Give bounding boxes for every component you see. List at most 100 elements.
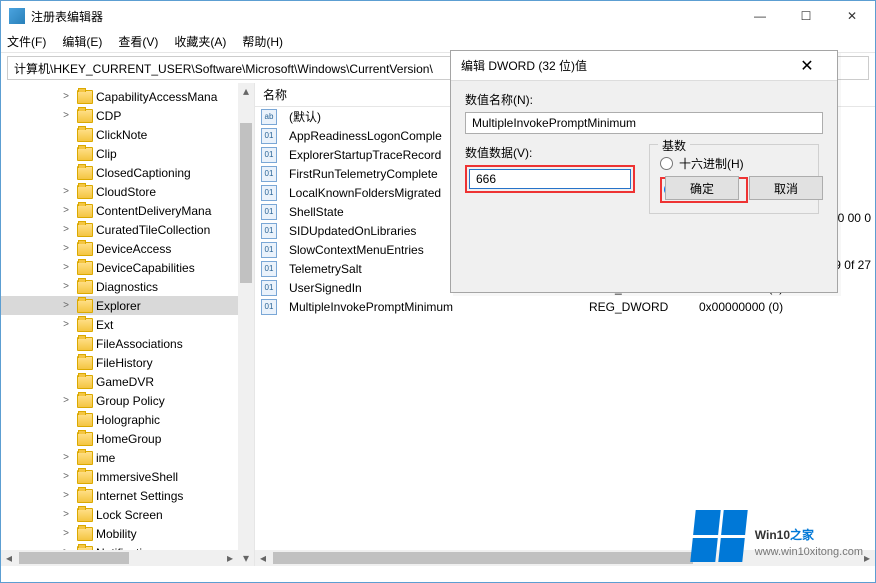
tree-item-label: FileHistory (96, 356, 153, 370)
tree-item[interactable]: > Group Policy (1, 391, 254, 410)
value-type-icon (261, 185, 277, 201)
tree-item[interactable]: ClickNote (1, 125, 254, 144)
tree-item-label: Internet Settings (96, 489, 183, 503)
tree-item-label: Clip (96, 147, 117, 161)
dialog-close-button[interactable]: ✕ (787, 56, 827, 76)
folder-icon (77, 242, 93, 256)
tree-item[interactable]: GameDVR (1, 372, 254, 391)
tree-item[interactable]: >ContentDeliveryMana (1, 201, 254, 220)
tree-item[interactable]: > DeviceCapabilities (1, 258, 254, 277)
tree-item-label: Explorer (96, 299, 141, 313)
expander-icon[interactable]: > (59, 91, 73, 102)
expander-icon[interactable]: > (59, 395, 73, 406)
value-data-highlight (465, 165, 635, 193)
folder-icon (77, 413, 93, 427)
cancel-button[interactable]: 取消 (749, 176, 823, 200)
tree-item[interactable]: > Explorer (1, 296, 254, 315)
value-name-field[interactable]: MultipleInvokePromptMinimum (465, 112, 823, 134)
scroll-thumb-h[interactable] (19, 552, 129, 564)
value-type-icon (261, 261, 277, 277)
scroll-thumb-h[interactable] (273, 552, 693, 564)
expander-icon[interactable]: > (59, 110, 73, 121)
folder-icon (77, 280, 93, 294)
tree-item[interactable]: Clip (1, 144, 254, 163)
close-button[interactable]: ✕ (829, 1, 875, 31)
app-icon (9, 8, 25, 24)
value-data-label: 数值数据(V): (465, 144, 635, 161)
edit-dword-dialog: 编辑 DWORD (32 位)值 ✕ 数值名称(N): MultipleInvo… (450, 50, 838, 293)
tree-item[interactable]: > ime (1, 448, 254, 467)
expander-icon[interactable]: > (59, 186, 73, 197)
ok-button[interactable]: 确定 (665, 176, 739, 200)
tree-item[interactable]: >DeviceAccess (1, 239, 254, 258)
radio-hex[interactable]: 十六进制(H) (660, 153, 808, 173)
folder-icon (77, 489, 93, 503)
value-row[interactable]: MultipleInvokePromptMinimumREG_DWORD0x00… (255, 297, 875, 316)
tree-item-label: CloudStore (96, 185, 156, 199)
expander-icon[interactable]: > (59, 224, 73, 235)
folder-icon (77, 166, 93, 180)
tree-item[interactable]: >Lock Screen (1, 505, 254, 524)
scroll-right-icon[interactable]: ▸ (222, 550, 238, 566)
menu-favorites[interactable]: 收藏夹(A) (174, 33, 226, 50)
scroll-down-icon[interactable]: ▾ (238, 550, 254, 566)
folder-icon (77, 394, 93, 408)
tree-item[interactable]: > Internet Settings (1, 486, 254, 505)
tree-item[interactable]: >Ext (1, 315, 254, 334)
window-buttons: — ☐ ✕ (737, 1, 875, 31)
tree-item[interactable]: >CuratedTileCollection (1, 220, 254, 239)
expander-icon[interactable]: > (59, 528, 73, 539)
dialog-titlebar: 编辑 DWORD (32 位)值 ✕ (451, 51, 837, 81)
expander-icon[interactable]: > (59, 300, 73, 311)
tree-item[interactable]: ClosedCaptioning (1, 163, 254, 182)
scroll-thumb[interactable] (240, 123, 252, 283)
expander-icon[interactable]: > (59, 243, 73, 254)
expander-icon[interactable]: > (59, 319, 73, 330)
tree-scrollbar-vertical[interactable]: ▴ ▾ (238, 83, 254, 566)
tree-item-label: Holographic (96, 413, 160, 427)
scroll-left-icon[interactable]: ◂ (1, 550, 17, 566)
expander-icon[interactable]: > (59, 509, 73, 520)
value-data-input[interactable] (469, 169, 631, 189)
value-type-icon (261, 147, 277, 163)
expander-icon[interactable]: > (59, 262, 73, 273)
radio-hex-label: 十六进制(H) (679, 155, 744, 172)
menu-edit[interactable]: 编辑(E) (62, 33, 102, 50)
tree-item[interactable]: > Mobility (1, 524, 254, 543)
minimize-button[interactable]: — (737, 1, 783, 31)
tree-item[interactable]: FileAssociations (1, 334, 254, 353)
tree-item[interactable]: >CDP (1, 106, 254, 125)
base-label: 基数 (658, 137, 690, 154)
expander-icon[interactable]: > (59, 452, 73, 463)
expander-icon[interactable]: > (59, 471, 73, 482)
tree-item[interactable]: > CloudStore (1, 182, 254, 201)
radio-hex-input[interactable] (660, 157, 673, 170)
tree-list[interactable]: >CapabilityAccessMana>CDPClickNote Clip Cl… (1, 87, 254, 562)
menu-help[interactable]: 帮助(H) (242, 33, 283, 50)
scroll-up-icon[interactable]: ▴ (238, 83, 254, 99)
tree-item[interactable]: HomeGroup (1, 429, 254, 448)
expander-icon[interactable]: > (59, 490, 73, 501)
folder-icon (77, 527, 93, 541)
tree-item[interactable]: >CapabilityAccessMana (1, 87, 254, 106)
tree-item-label: DeviceCapabilities (96, 261, 195, 275)
folder-icon (77, 375, 93, 389)
tree-item[interactable]: Holographic (1, 410, 254, 429)
expander-icon[interactable]: > (59, 205, 73, 216)
expander-icon[interactable]: > (59, 281, 73, 292)
tree-item[interactable]: >Diagnostics (1, 277, 254, 296)
menu-file[interactable]: 文件(F) (7, 33, 46, 50)
value-name-label: 数值名称(N): (465, 91, 823, 108)
tree-item-label: Mobility (96, 527, 137, 541)
value-type: REG_DWORD (581, 300, 691, 314)
tree-item-label: ime (96, 451, 115, 465)
menu-view[interactable]: 查看(V) (118, 33, 158, 50)
tree-item-label: Group Policy (96, 394, 165, 408)
folder-icon (77, 451, 93, 465)
tree-item[interactable]: FileHistory (1, 353, 254, 372)
tree-item[interactable]: >ImmersiveShell (1, 467, 254, 486)
tree-scrollbar-horizontal[interactable]: ◂ ▸ (1, 550, 238, 566)
scroll-left-icon[interactable]: ◂ (255, 550, 271, 566)
folder-icon (77, 90, 93, 104)
maximize-button[interactable]: ☐ (783, 1, 829, 31)
